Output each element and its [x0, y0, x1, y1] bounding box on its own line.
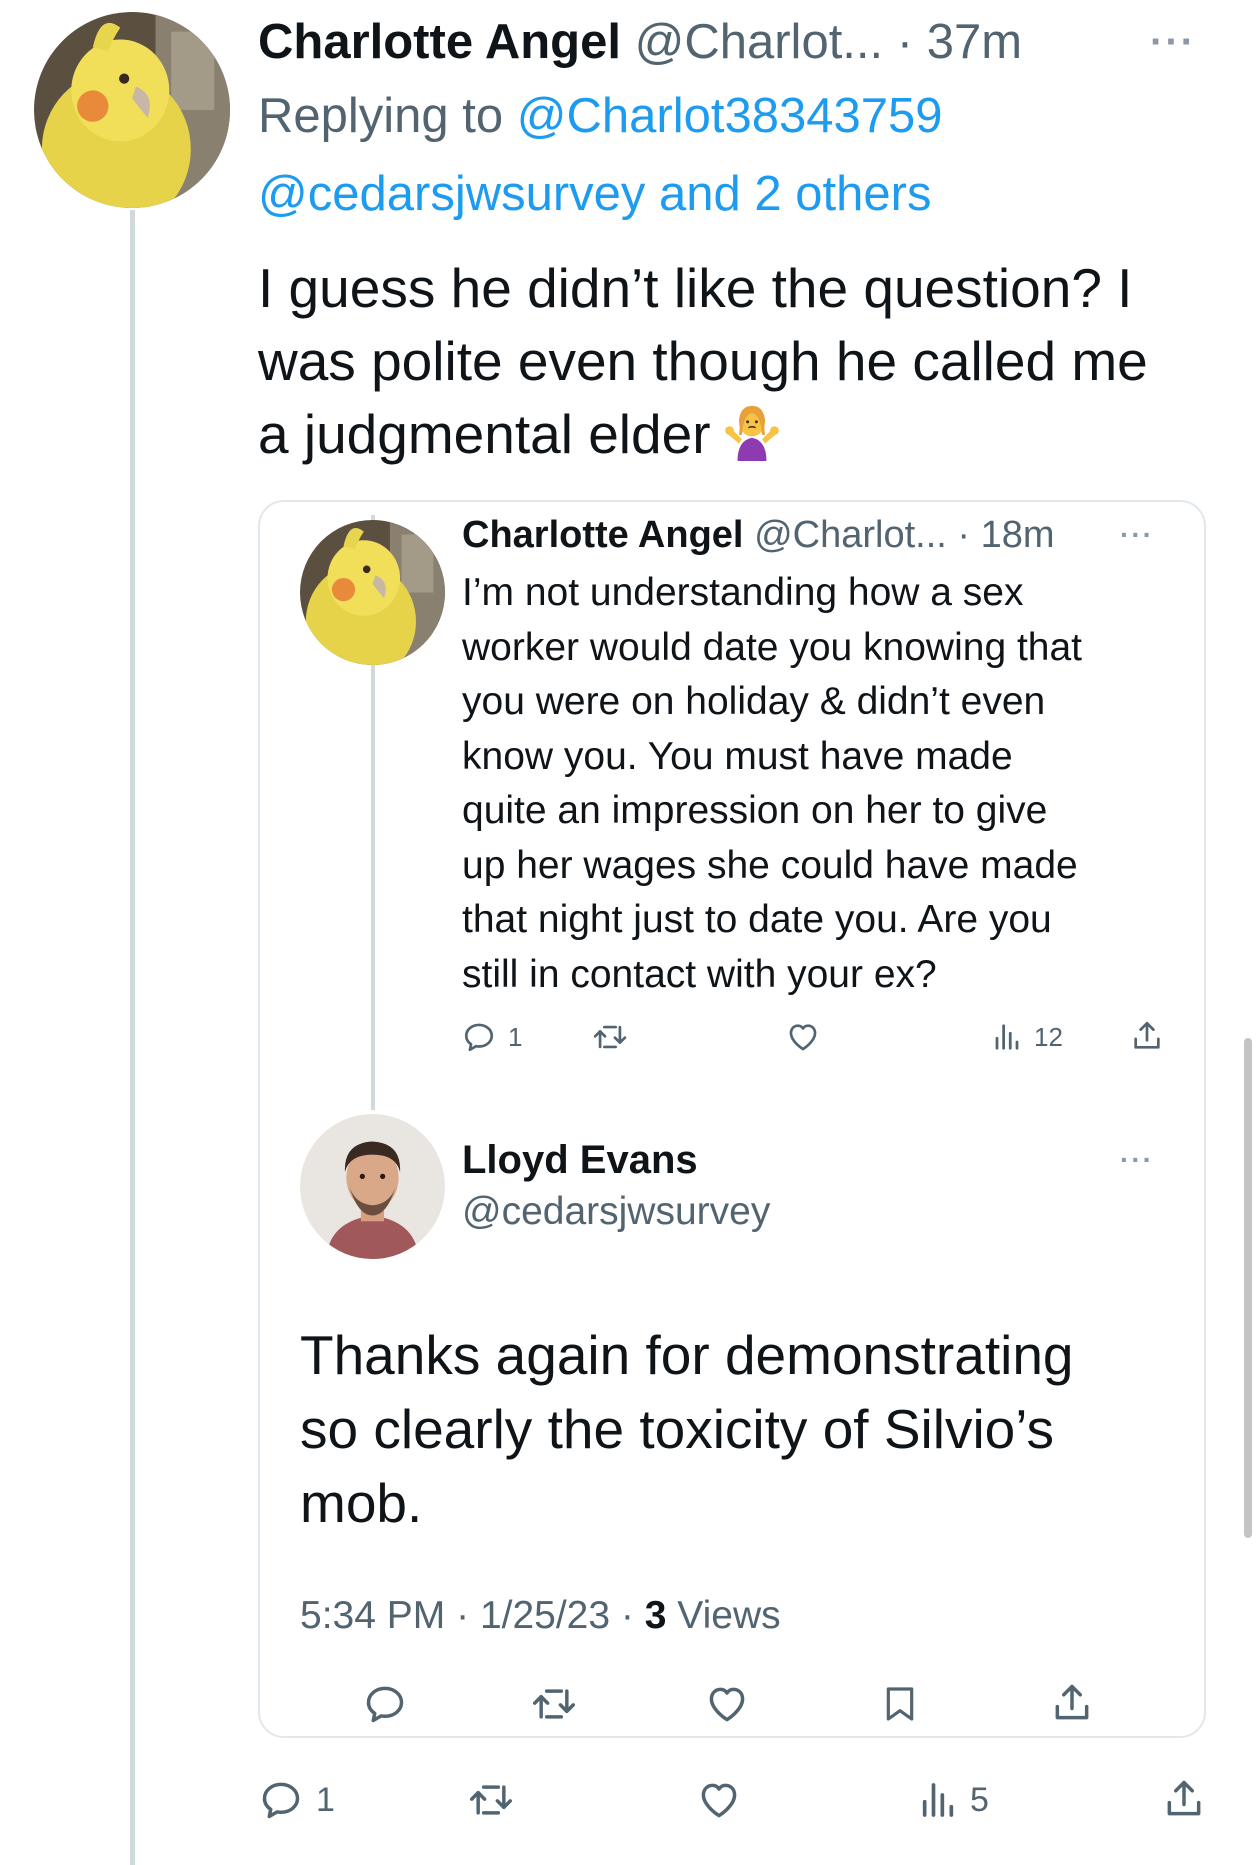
like-button[interactable]	[704, 1682, 750, 1726]
bookmark-button[interactable]	[880, 1682, 920, 1726]
retweet-icon	[533, 1689, 575, 1719]
retweet-icon	[470, 1785, 512, 1815]
tweet-text-line: that night just to date you. Are you	[462, 898, 1052, 941]
tweet-text-line: Thanks again for demonstrating	[300, 1324, 1074, 1386]
views-label: Views	[677, 1594, 781, 1637]
share-icon	[1167, 1780, 1201, 1816]
tweet-text-line: was polite even though he called me	[258, 330, 1148, 392]
reply-button[interactable]: 1	[258, 1778, 335, 1822]
reply-icon	[366, 1686, 404, 1723]
tweet-date[interactable]: 1/25/23	[480, 1594, 610, 1637]
views-icon	[995, 1024, 1019, 1050]
replying-to-more: @cedarsjwsurvey and 2 others	[258, 164, 931, 224]
like-icon	[701, 1783, 737, 1818]
bird-avatar-image	[34, 12, 230, 208]
tweet-text-line: so clearly the toxicity of Silvio’s	[300, 1398, 1054, 1460]
main-tweet-text: Thanks again for demonstrating so clearl…	[300, 1318, 1160, 1540]
like-icon	[789, 1024, 817, 1051]
author-name[interactable]: Charlotte Angel	[462, 514, 744, 556]
main-tweet-actions	[300, 1676, 1120, 1736]
tweet-actions: 1 5	[258, 1772, 1218, 1832]
reply-icon	[262, 1782, 300, 1819]
tweet-text-line: still in contact with your ex?	[462, 952, 937, 996]
outer-tweet-header: Charlotte Angel @Charlot... · 37m	[258, 14, 1218, 70]
share-button[interactable]	[1050, 1680, 1094, 1726]
tweet-text-line: quite an impression on her to give	[462, 789, 1048, 832]
avatar[interactable]	[300, 1114, 445, 1259]
tweet-text-line: mob.	[300, 1472, 423, 1534]
reply-button[interactable]: 1	[462, 1020, 522, 1054]
person-avatar-image	[300, 1114, 445, 1259]
replying-to: Replying to @Charlot38343759	[258, 86, 943, 146]
views-button[interactable]: 5	[918, 1778, 989, 1822]
like-button[interactable]	[696, 1778, 754, 1822]
tweet-text-line-content: a judgmental elder	[258, 403, 711, 465]
separator: ·	[620, 1594, 634, 1637]
share-icon	[1055, 1684, 1089, 1720]
bookmark-icon	[886, 1687, 914, 1721]
share-button[interactable]	[1130, 1018, 1164, 1054]
tweet-text: I guess he didn’t like the question? I w…	[258, 252, 1218, 471]
reply-count: 1	[316, 1780, 335, 1819]
retweet-button[interactable]	[530, 1682, 578, 1726]
reply-icon	[464, 1023, 494, 1052]
tweet-text-line: you were on holiday & didn’t even	[462, 680, 1046, 723]
bird-avatar-image	[300, 520, 445, 665]
tweet-metadata: 5:34 PM · 1/25/23 · 3 Views	[300, 1592, 781, 1640]
author-handle[interactable]: @Charlot...	[754, 514, 947, 556]
quoted-tweet-header: Charlotte Angel @Charlot... · 18m	[462, 512, 1055, 558]
person-shrugging-emoji-icon	[724, 405, 779, 461]
views-button[interactable]: 12	[992, 1020, 1063, 1054]
more-options-icon[interactable]: ···	[1120, 512, 1154, 558]
retweet-button[interactable]	[466, 1778, 528, 1822]
views-count: 3	[644, 1594, 667, 1637]
views-icon	[922, 1783, 954, 1817]
more-options-icon[interactable]: ···	[1120, 1142, 1154, 1178]
avatar[interactable]	[300, 520, 445, 665]
timestamp[interactable]: 18m	[981, 514, 1055, 556]
timestamp[interactable]: 37m	[927, 15, 1022, 69]
views-count: 5	[970, 1780, 989, 1819]
thread-line	[130, 210, 135, 1865]
author-name[interactable]: Charlotte Angel	[258, 15, 621, 69]
like-icon	[709, 1687, 745, 1722]
more-options-icon[interactable]: ···	[1150, 14, 1196, 70]
tweet-text-line: a judgmental elder	[258, 398, 1218, 471]
separator: ·	[957, 514, 971, 556]
author-name[interactable]: Lloyd Evans	[462, 1136, 698, 1184]
retweet-icon	[593, 1025, 627, 1049]
separator: ·	[896, 15, 914, 69]
tweet-time[interactable]: 5:34 PM	[300, 1594, 445, 1637]
avatar[interactable]	[34, 12, 230, 208]
reply-button[interactable]	[362, 1682, 408, 1726]
like-button[interactable]	[785, 1020, 821, 1054]
views-count: 12	[1034, 1021, 1063, 1052]
separator: ·	[456, 1594, 470, 1637]
quoted-tweet-actions: 1 12	[462, 1010, 1182, 1070]
author-handle[interactable]: @Charlot...	[635, 15, 884, 69]
replying-prefix: Replying to	[258, 89, 504, 143]
tweet-text-line: I guess he didn’t like the question? I	[258, 257, 1133, 319]
share-icon	[1134, 1021, 1160, 1049]
mention-link-others[interactable]: @cedarsjwsurvey and 2 others	[258, 167, 931, 221]
mention-link[interactable]: @Charlot38343759	[517, 89, 943, 143]
scrollbar[interactable]	[1244, 1038, 1252, 1538]
share-button[interactable]	[1162, 1776, 1206, 1822]
tweet-text-line: I’m not understanding how a sex	[462, 571, 1024, 614]
quoted-tweet-text: I’m not understanding how a sex worker w…	[462, 566, 1182, 1002]
author-handle[interactable]: @cedarsjwsurvey	[462, 1188, 770, 1236]
retweet-button[interactable]	[592, 1020, 628, 1054]
tweet-text-line: worker would date you knowing that	[462, 625, 1083, 669]
reply-count: 1	[508, 1021, 523, 1052]
tweet-text-line: up her wages she could have made	[462, 843, 1078, 887]
tweet-text-line: know you. You must have made	[462, 734, 1013, 778]
